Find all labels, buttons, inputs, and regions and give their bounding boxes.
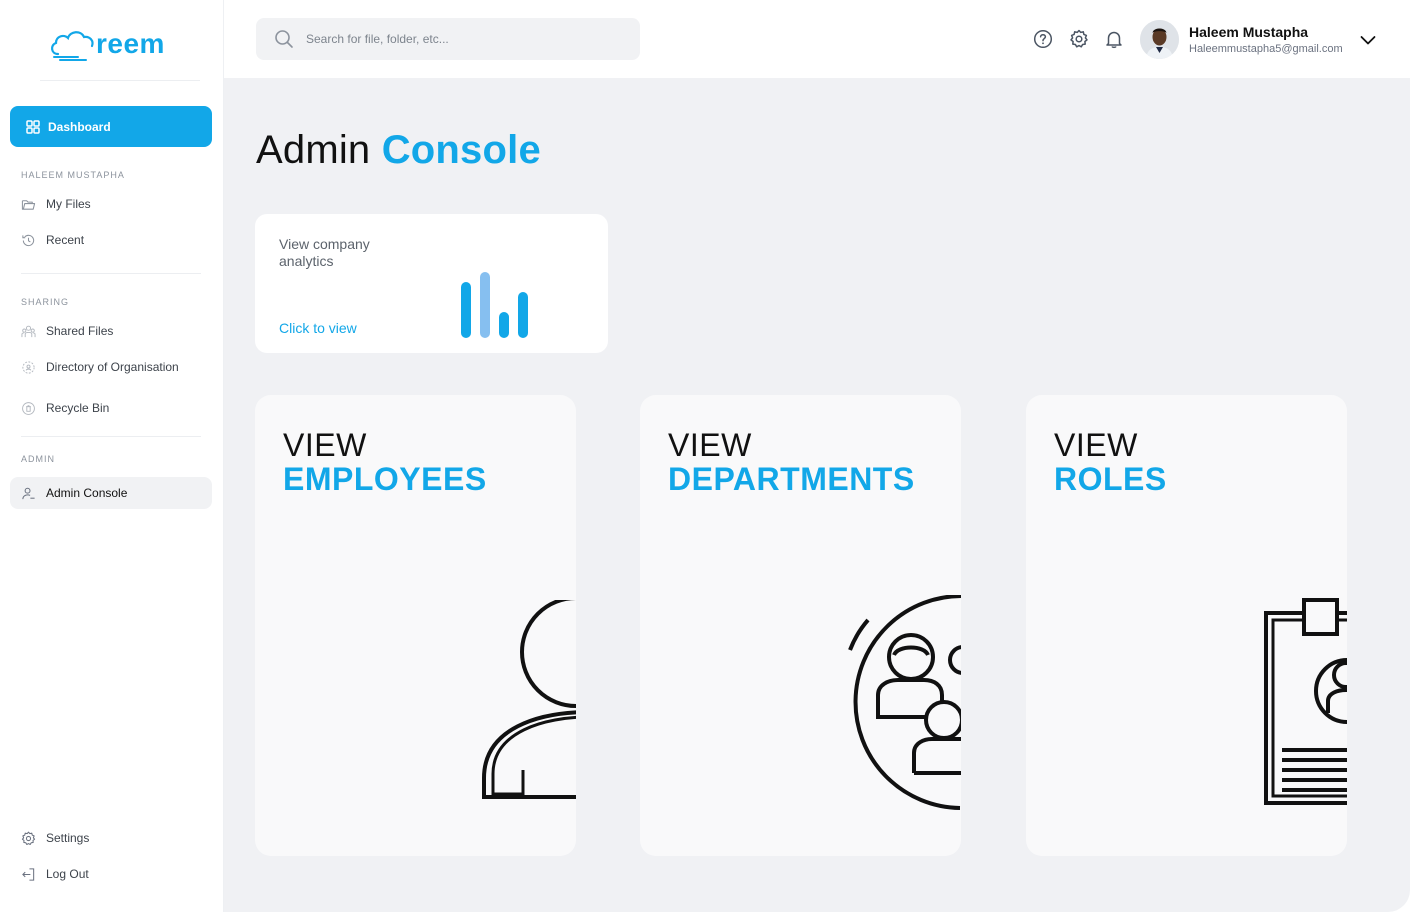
- card-line1: VIEW: [283, 427, 367, 463]
- view-employees-card[interactable]: VIEW EMPLOYEES: [255, 395, 576, 856]
- view-roles-card[interactable]: VIEW ROLES: [1026, 395, 1347, 856]
- card-line2: DEPARTMENTS: [668, 461, 915, 497]
- divider: [21, 436, 201, 437]
- divider: [21, 273, 201, 274]
- search-input[interactable]: [306, 32, 606, 46]
- sidebar: reem Dashboard HALEEM MUSTAPHA My Files …: [0, 0, 224, 912]
- sidebar-item-admin-console[interactable]: Admin Console: [10, 477, 212, 509]
- sidebar-item-my-files[interactable]: My Files: [10, 188, 212, 220]
- section-label-user: HALEEM MUSTAPHA: [21, 170, 125, 180]
- sidebar-item-label: Shared Files: [46, 324, 114, 338]
- sidebar-item-shared-files[interactable]: Shared Files: [10, 315, 212, 347]
- card-line2: ROLES: [1054, 461, 1167, 497]
- top-header: Haleem Mustapha Haleemmustapha5@gmail.co…: [224, 0, 1410, 78]
- page-title: Admin Console: [256, 128, 541, 173]
- sidebar-item-label: Recent: [46, 233, 85, 247]
- sidebar-item-logout[interactable]: Log Out: [10, 858, 212, 890]
- app-logo[interactable]: reem: [48, 26, 165, 62]
- logout-icon: [22, 867, 35, 881]
- card-line1: VIEW: [668, 427, 752, 463]
- section-label-admin: ADMIN: [21, 454, 55, 464]
- sidebar-item-settings[interactable]: Settings: [10, 822, 212, 854]
- grid-icon: [26, 119, 40, 134]
- avatar[interactable]: [1140, 20, 1179, 59]
- cloud-logo-icon: [51, 31, 94, 61]
- bell-icon[interactable]: [1104, 29, 1124, 49]
- trash-icon: [22, 401, 35, 415]
- sidebar-item-label: Log Out: [46, 867, 89, 881]
- analytics-title: View company analytics: [279, 236, 370, 269]
- sidebar-item-directory[interactable]: Directory of Organisation: [10, 351, 212, 383]
- page-title-part1: Admin: [256, 128, 382, 172]
- org-directory-icon: [22, 360, 35, 374]
- help-icon[interactable]: [1033, 29, 1053, 49]
- sidebar-item-label: Directory of Organisation: [46, 360, 179, 374]
- bar-chart-icon: [461, 272, 528, 338]
- page-title-part2: Console: [381, 128, 541, 172]
- user-email: Haleemmustapha5@gmail.com: [1189, 43, 1343, 55]
- history-icon: [22, 234, 35, 246]
- dashboard-label: Dashboard: [48, 119, 111, 134]
- users-icon: [21, 325, 36, 337]
- id-badge-icon: [1264, 598, 1347, 805]
- sidebar-item-label: Settings: [46, 831, 90, 845]
- search-bar[interactable]: [256, 18, 640, 60]
- sidebar-item-label: My Files: [46, 197, 91, 211]
- sidebar-item-recent[interactable]: Recent: [10, 224, 212, 256]
- search-icon: [275, 30, 293, 48]
- sidebar-item-label: Recycle Bin: [46, 401, 110, 415]
- card-line2: EMPLOYEES: [283, 461, 487, 497]
- gear-icon: [21, 831, 36, 845]
- sidebar-item-label: Admin Console: [46, 486, 128, 500]
- view-departments-card[interactable]: VIEW DEPARTMENTS: [640, 395, 961, 856]
- folder-icon: [21, 199, 36, 210]
- user-name: Haleem Mustapha: [1189, 24, 1309, 40]
- sidebar-item-recycle-bin[interactable]: Recycle Bin: [10, 392, 212, 424]
- main-content: Admin Console View company analytics Cli…: [224, 78, 1410, 912]
- group-icon: [848, 595, 961, 810]
- analytics-link[interactable]: Click to view: [279, 320, 357, 336]
- user-admin-icon: [22, 487, 35, 499]
- logo-text: reem: [96, 28, 165, 59]
- section-label-sharing: SHARING: [21, 297, 70, 307]
- person-icon: [482, 600, 576, 799]
- card-line1: VIEW: [1054, 427, 1138, 463]
- analytics-card[interactable]: View company analytics Click to view: [255, 214, 608, 353]
- divider: [40, 80, 200, 81]
- user-avatar-icon: [1140, 20, 1179, 59]
- gear-icon[interactable]: [1069, 29, 1089, 49]
- dashboard-button[interactable]: Dashboard: [10, 106, 212, 147]
- chevron-down-icon[interactable]: [1358, 30, 1378, 50]
